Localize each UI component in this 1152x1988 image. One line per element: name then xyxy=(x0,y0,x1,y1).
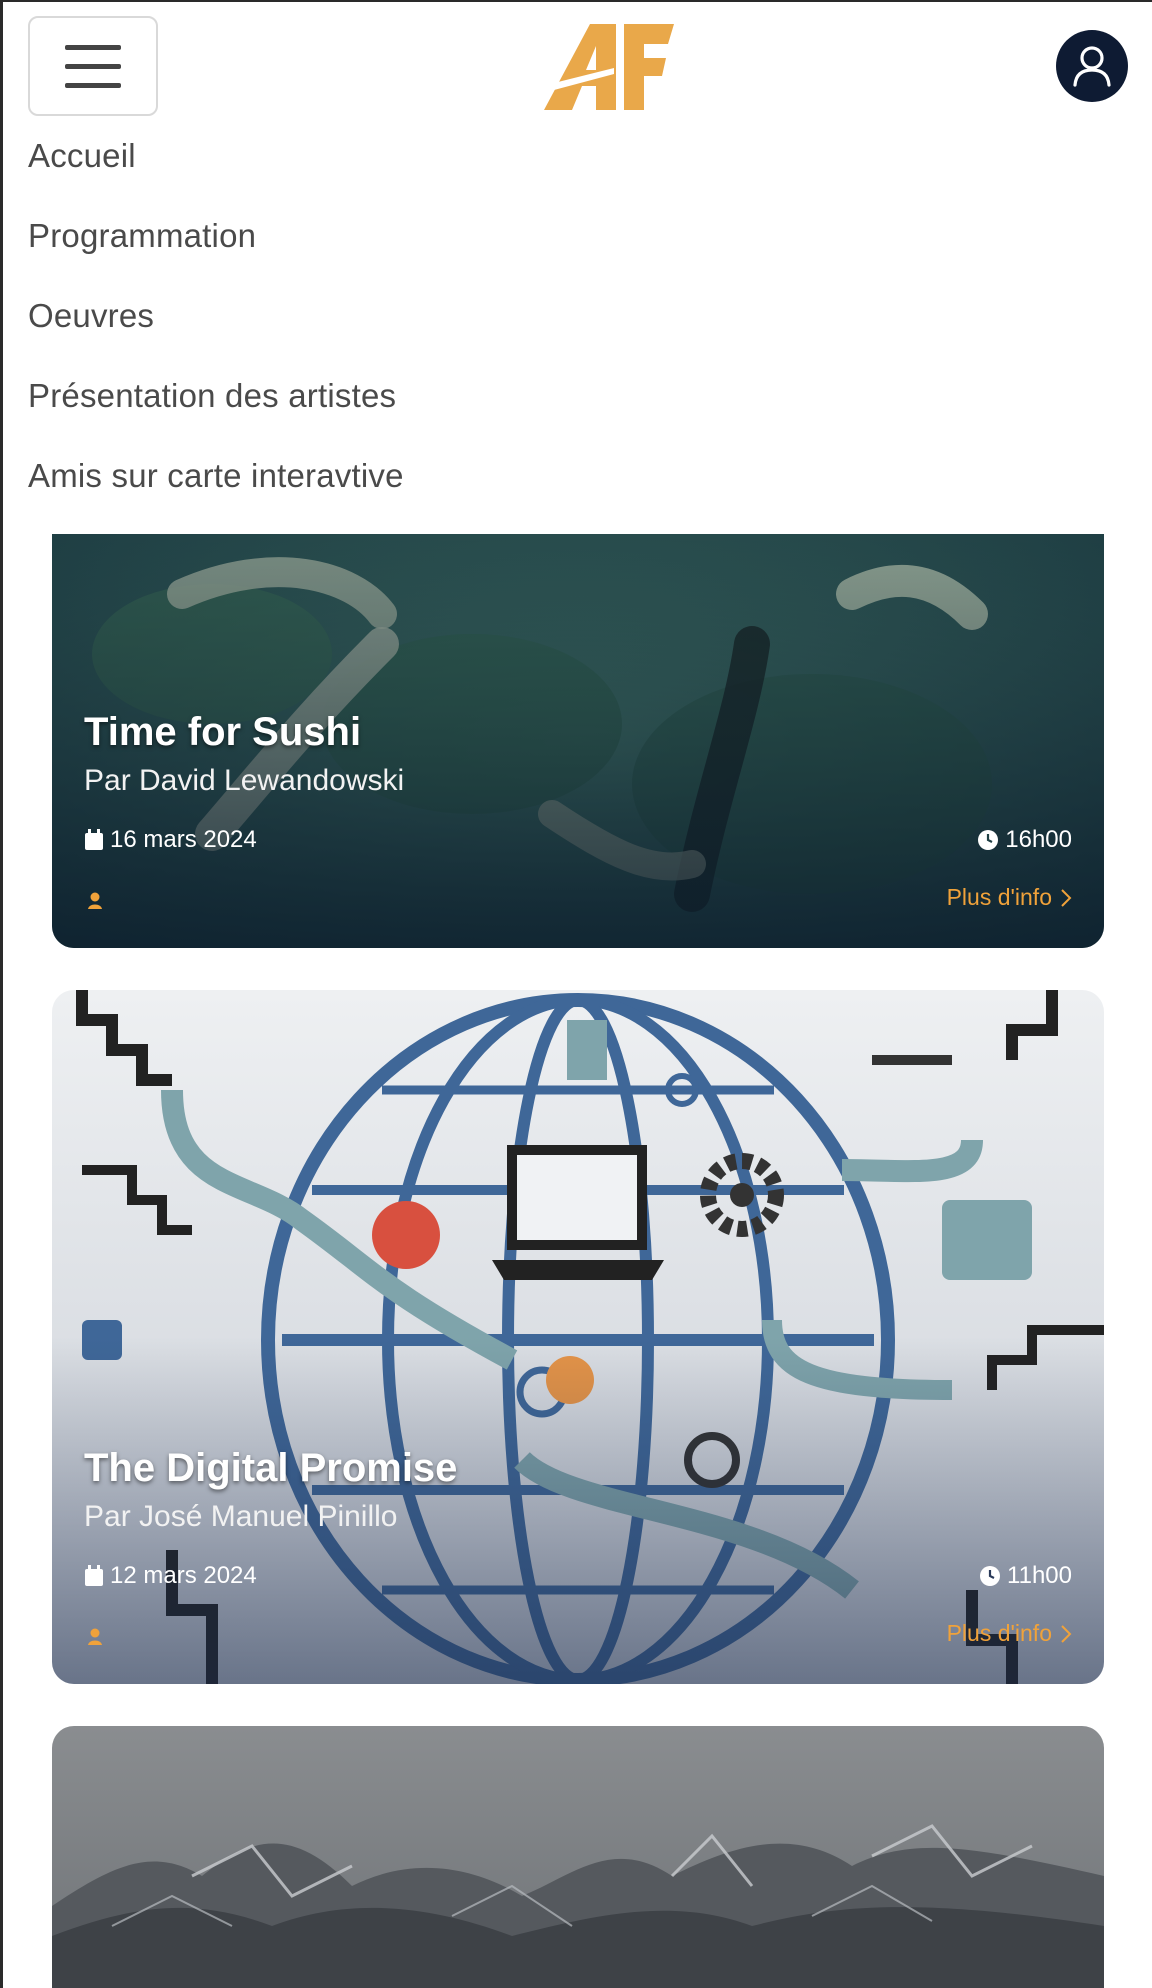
event-date: 12 mars 2024 xyxy=(84,1562,257,1590)
hamburger-icon-bar xyxy=(65,63,121,69)
nav-item-accueil[interactable]: Accueil xyxy=(28,128,404,208)
site-logo[interactable] xyxy=(544,24,674,110)
event-time: 11h00 xyxy=(979,1562,1072,1590)
event-date: 16 mars 2024 xyxy=(84,826,257,854)
hamburger-icon-bar xyxy=(65,82,121,88)
nav-item-carte-interactive[interactable]: Amis sur carte interavtive xyxy=(28,448,404,528)
clock-icon xyxy=(980,1566,1001,1586)
more-info-link[interactable]: Plus d'info xyxy=(947,1620,1072,1647)
window-border-left xyxy=(0,0,3,1988)
event-author: Par David Lewandowski xyxy=(84,764,405,797)
event-title[interactable]: The Digital Promise xyxy=(84,1446,457,1491)
event-image-mesh-sculpture xyxy=(52,1726,1104,1988)
event-card[interactable]: Time for Sushi Par David Lewandowski 16 … xyxy=(52,534,1104,948)
event-title[interactable]: Time for Sushi xyxy=(84,710,361,755)
menu-toggle-button[interactable] xyxy=(28,16,158,116)
nav-item-oeuvres[interactable]: Oeuvres xyxy=(28,288,404,368)
user-icon xyxy=(1073,46,1111,87)
nav-item-programmation[interactable]: Programmation xyxy=(28,208,404,288)
event-date-text: 16 mars 2024 xyxy=(110,826,257,853)
hamburger-icon xyxy=(65,44,121,50)
event-card[interactable]: The Digital Promise Par José Manuel Pini… xyxy=(52,990,1104,1684)
window-border-top xyxy=(0,0,1152,2)
nav-item-artistes[interactable]: Présentation des artistes xyxy=(28,368,404,448)
event-time-text: 11h00 xyxy=(1007,1562,1072,1589)
event-author: Par José Manuel Pinillo xyxy=(84,1500,398,1533)
main-navigation: Accueil Programmation Oeuvres Présentati… xyxy=(28,128,404,528)
event-time-text: 16h00 xyxy=(1005,826,1072,853)
calendar-icon xyxy=(85,1565,103,1586)
event-card[interactable] xyxy=(52,1726,1104,1988)
clock-icon xyxy=(978,830,999,850)
more-info-link[interactable]: Plus d'info xyxy=(947,884,1072,911)
calendar-icon xyxy=(85,829,103,850)
account-button[interactable] xyxy=(1056,30,1128,102)
more-info-label: Plus d'info xyxy=(946,1620,1052,1646)
event-date-text: 12 mars 2024 xyxy=(110,1562,257,1589)
event-time: 16h00 xyxy=(977,826,1072,854)
person-icon xyxy=(88,892,102,909)
more-info-label: Plus d'info xyxy=(946,884,1052,910)
chevron-right-icon xyxy=(1061,1624,1072,1643)
person-icon xyxy=(88,1628,102,1645)
chevron-right-icon xyxy=(1061,888,1072,907)
